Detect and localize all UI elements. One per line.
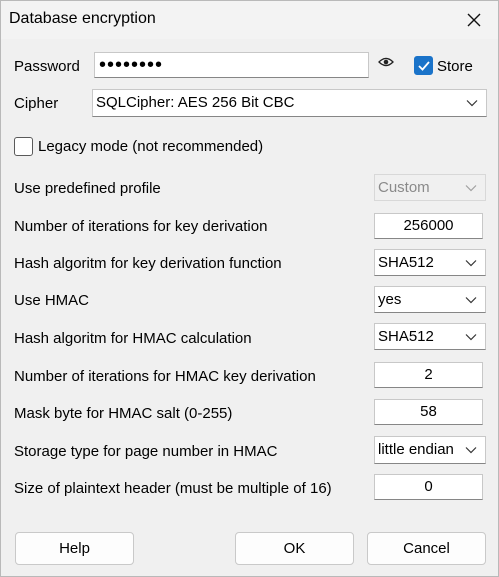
kdf-hash-value: SHA512	[378, 254, 434, 271]
plaintext-header-label: Size of plaintext header (must be multip…	[14, 480, 332, 497]
cipher-select[interactable]: SQLCipher: AES 256 Bit CBC	[92, 89, 487, 117]
ok-button[interactable]: OK	[235, 532, 354, 565]
profile-label: Use predefined profile	[14, 180, 161, 197]
window-title: Database encryption	[9, 10, 156, 27]
chevron-down-icon	[465, 447, 477, 454]
cancel-button[interactable]: Cancel	[367, 532, 486, 565]
legacy-mode-label: Legacy mode (not recommended)	[38, 138, 264, 155]
profile-select[interactable]: Custom	[374, 174, 486, 201]
kdf-iterations-label: Number of iterations for key derivation	[14, 218, 268, 235]
password-value: ••••••••	[99, 54, 164, 76]
help-button[interactable]: Help	[15, 532, 134, 565]
close-button[interactable]	[450, 1, 498, 39]
cipher-label: Cipher	[14, 95, 59, 112]
mask-byte-input[interactable]: 58	[374, 399, 483, 425]
plaintext-header-input[interactable]: 0	[374, 474, 483, 500]
cipher-value: SQLCipher: AES 256 Bit CBC	[96, 94, 295, 111]
legacy-mode-checkbox[interactable]	[14, 137, 33, 156]
hmac-hash-label: Hash algoritm for HMAC calculation	[14, 330, 252, 347]
chevron-down-icon	[465, 334, 477, 341]
eye-icon[interactable]	[378, 54, 394, 70]
use-hmac-select[interactable]: yes	[374, 286, 486, 313]
password-label: Password	[14, 58, 80, 75]
profile-value: Custom	[378, 179, 430, 196]
hmac-hash-select[interactable]: SHA512	[374, 323, 486, 350]
hmac-hash-value: SHA512	[378, 328, 434, 345]
chevron-down-icon	[466, 100, 478, 107]
storage-type-label: Storage type for page number in HMAC	[14, 443, 278, 460]
chevron-down-icon	[465, 260, 477, 267]
mask-byte-label: Mask byte for HMAC salt (0-255)	[14, 405, 233, 422]
use-hmac-value: yes	[378, 291, 402, 308]
storage-type-select[interactable]: little endian	[374, 436, 486, 464]
hmac-iterations-label: Number of iterations for HMAC key deriva…	[14, 368, 316, 385]
database-encryption-dialog: Database encryption Password •••••••• St…	[0, 0, 499, 577]
kdf-iterations-input[interactable]: 256000	[374, 213, 483, 239]
close-icon	[467, 13, 481, 27]
password-field[interactable]: ••••••••	[94, 52, 369, 78]
kdf-hash-label: Hash algoritm for key derivation functio…	[14, 255, 282, 272]
store-label: Store	[437, 58, 473, 75]
chevron-down-icon	[465, 185, 477, 192]
checkmark-icon	[418, 61, 430, 71]
store-checkbox[interactable]	[414, 56, 433, 75]
title-bar: Database encryption	[1, 1, 498, 39]
kdf-hash-select[interactable]: SHA512	[374, 249, 486, 276]
hmac-iterations-input[interactable]: 2	[374, 362, 483, 388]
storage-type-value: little endian	[378, 441, 454, 458]
chevron-down-icon	[465, 297, 477, 304]
use-hmac-label: Use HMAC	[14, 292, 90, 309]
